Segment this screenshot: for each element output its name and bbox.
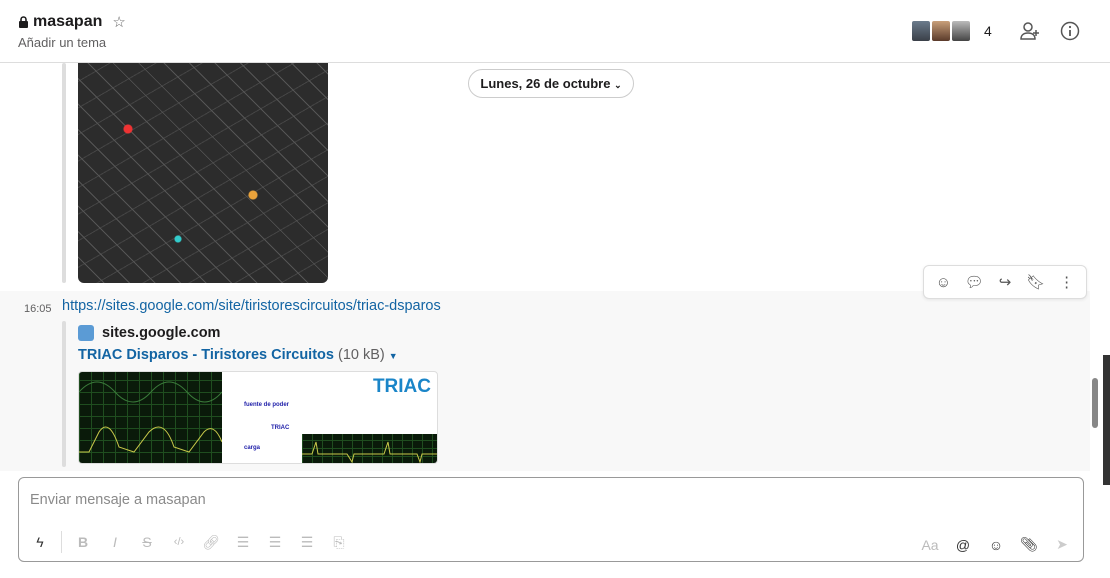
mention-icon[interactable]: @: [952, 537, 974, 553]
avatar: [910, 19, 932, 43]
member-avatars[interactable]: [910, 19, 972, 43]
site-name: sites.google.com: [102, 325, 221, 341]
channel-header: masapan ☆ Añadir un tema 4: [0, 0, 1110, 63]
share-icon[interactable]: ↪: [994, 271, 1016, 293]
send-icon[interactable]: ➤: [1051, 536, 1073, 553]
member-count[interactable]: 4: [984, 23, 992, 39]
channel-name: masapan: [33, 13, 103, 30]
strikethrough-icon[interactable]: S: [136, 534, 158, 550]
message-composer[interactable]: Enviar mensaje a masapan ϟ B I S ‹/› 🔗︎ …: [18, 477, 1084, 562]
emoji-icon[interactable]: ☺: [985, 537, 1007, 553]
unfurl-bar: [62, 321, 66, 467]
unfurl-image[interactable]: TRIAC fuente de poder TRIAC carga: [78, 371, 438, 464]
divider: [61, 531, 62, 553]
file-size: (10 kB): [337, 347, 385, 363]
blockquote-icon[interactable]: ☰: [296, 534, 318, 551]
preview-heading: TRIAC: [372, 376, 431, 397]
caret-down-icon[interactable]: ▼: [389, 351, 398, 361]
code-icon[interactable]: ‹/›: [168, 536, 190, 548]
oscilloscope-image: [302, 434, 437, 463]
lock-icon: [19, 16, 28, 28]
preview-label: fuente de poder: [244, 402, 290, 408]
message-item: 16:05 https://sites.google.com/site/tiri…: [0, 291, 1090, 471]
shortcuts-icon[interactable]: ϟ: [29, 534, 51, 550]
unfurl-title-text[interactable]: TRIAC Disparos - Tiristores Circuitos: [78, 347, 334, 363]
image-attachment[interactable]: [78, 63, 328, 283]
message-time[interactable]: 16:05: [24, 303, 52, 315]
window-edge: [1103, 355, 1110, 485]
add-reaction-icon[interactable]: ☺: [932, 271, 954, 293]
reply-thread-icon[interactable]: 💬︎: [963, 271, 985, 293]
avatar: [950, 19, 972, 43]
channel-title[interactable]: masapan ☆: [18, 13, 126, 31]
add-topic-link[interactable]: Añadir un tema: [18, 35, 106, 50]
unfurl-title[interactable]: TRIAC Disparos - Tiristores Circuitos (1…: [78, 347, 398, 363]
message-actions: ☺ 💬︎ ↪ 🔖︎ ⋮: [923, 265, 1087, 299]
oscilloscope-image: [79, 372, 223, 463]
preview-label: TRIAC: [271, 425, 290, 431]
bookmark-icon[interactable]: 🔖︎: [1025, 271, 1047, 293]
format-toolbar: ϟ B I S ‹/› 🔗︎ ☰ ☰ ☰ ⎘: [29, 531, 350, 553]
unfurl-site: sites.google.com: [78, 325, 220, 341]
avatar: [930, 19, 952, 43]
date-divider[interactable]: Lunes, 26 de octubre ⌄: [468, 69, 634, 98]
site-favicon-icon: [78, 325, 94, 341]
date-label: Lunes, 26 de octubre: [480, 76, 611, 91]
bulleted-list-icon[interactable]: ☰: [264, 534, 286, 551]
message-link[interactable]: https://sites.google.com/site/tiristores…: [62, 298, 441, 314]
message-input[interactable]: Enviar mensaje a masapan: [30, 492, 206, 508]
scrollbar[interactable]: [1092, 378, 1098, 428]
code-block-icon[interactable]: ⎘: [328, 534, 350, 551]
preview-label: carga: [244, 445, 261, 451]
bold-icon[interactable]: B: [72, 534, 94, 550]
format-toggle[interactable]: Aa: [919, 537, 941, 553]
link-icon[interactable]: 🔗︎: [200, 534, 222, 551]
chevron-down-icon: ⌄: [614, 80, 622, 90]
composer-actions: Aa @ ☺ 📎︎ ➤: [919, 536, 1073, 553]
add-user-icon[interactable]: [1019, 20, 1041, 42]
attach-icon[interactable]: 📎︎: [1018, 536, 1040, 553]
attachment-bar: [62, 63, 66, 283]
info-icon[interactable]: [1059, 20, 1081, 42]
more-actions-icon[interactable]: ⋮: [1056, 271, 1078, 293]
ordered-list-icon[interactable]: ☰: [232, 534, 254, 551]
italic-icon[interactable]: I: [104, 534, 126, 550]
star-icon[interactable]: ☆: [112, 13, 125, 31]
